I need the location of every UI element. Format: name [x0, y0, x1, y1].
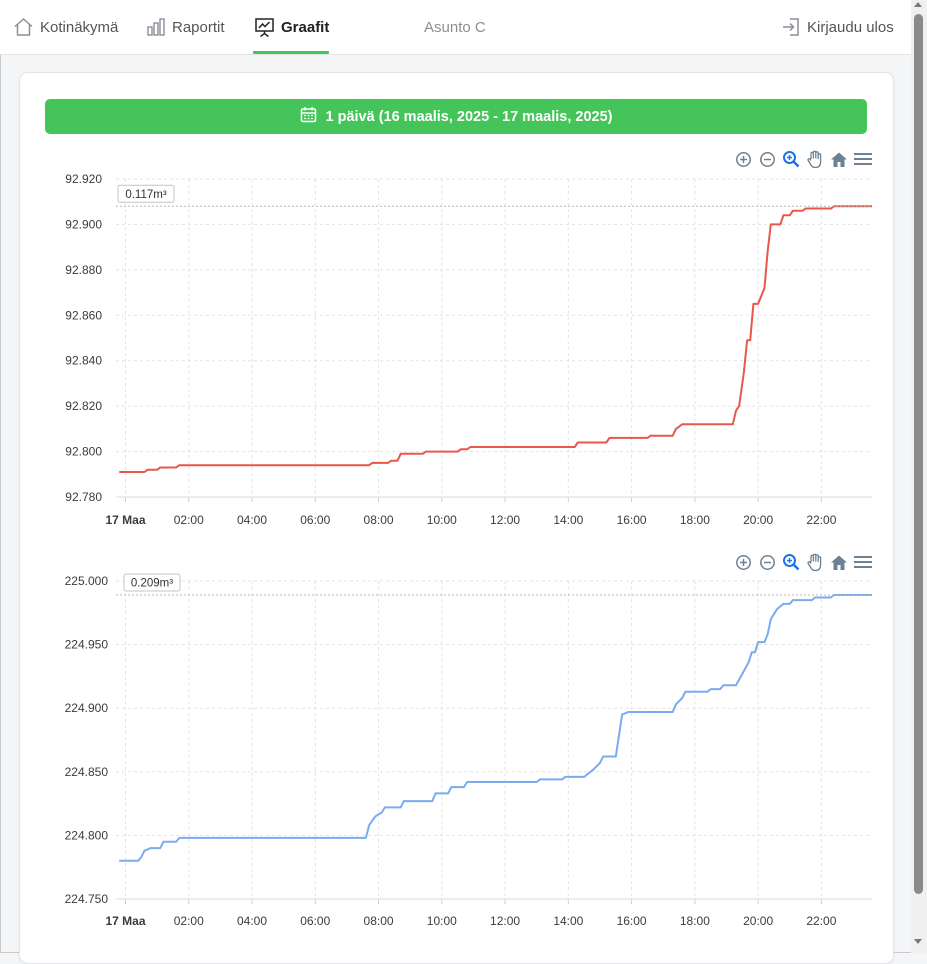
scroll-up-arrow-icon[interactable] — [914, 2, 922, 7]
y-tick-label: 92.880 — [65, 263, 102, 277]
x-tick-label: 12:00 — [490, 513, 520, 527]
x-tick-label: 04:00 — [237, 513, 267, 527]
x-tick-label: 06:00 — [300, 513, 330, 527]
x-tick-label: 16:00 — [617, 513, 647, 527]
x-tick-label: 22:00 — [806, 513, 836, 527]
y-tick-label: 92.900 — [65, 217, 102, 231]
annotation-text: 0.117m³ — [125, 189, 167, 201]
y-tick-label: 92.840 — [65, 354, 102, 368]
water-meter-chart-1[interactable]: 92.780 92.800 92.820 92.840 92.860 92.880 92.9… — [0, 0, 911, 953]
scroll-down-arrow-icon[interactable] — [914, 939, 922, 944]
scrollbar-thumb[interactable] — [914, 14, 923, 894]
series-line[interactable] — [119, 205, 872, 473]
x-tick-label: 20:00 — [743, 513, 773, 527]
x-tick-label: 08:00 — [364, 513, 394, 527]
x-tick-label: 18:00 — [680, 513, 710, 527]
x-tick-label: 10:00 — [427, 513, 457, 527]
x-tick-label: 14:00 — [553, 513, 583, 527]
x-tick-label: 02:00 — [174, 513, 204, 527]
y-tick-label: 92.780 — [65, 490, 102, 504]
y-tick-label: 92.820 — [65, 399, 102, 413]
x-tick-label: 17 Maa — [105, 513, 145, 527]
y-tick-label: 92.800 — [65, 445, 102, 459]
y-tick-label: 92.920 — [65, 172, 102, 186]
annotation-label: 0.117m³ — [117, 184, 175, 203]
y-tick-label: 92.860 — [65, 308, 102, 322]
